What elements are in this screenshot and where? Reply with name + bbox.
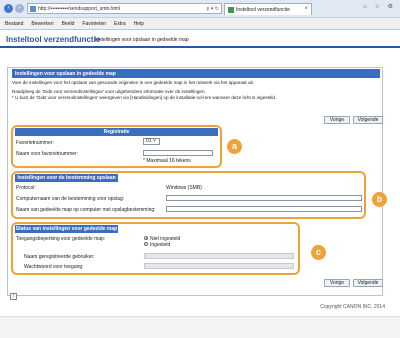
browser-tab[interactable]: Insteltool verzendfunctie × <box>224 3 312 15</box>
intro-line-3: * U kunt de 'Gids voor verzendinstelling… <box>12 95 277 100</box>
tab-icon <box>228 7 234 13</box>
chevron-down-icon: ˅ <box>152 138 156 144</box>
previous-button-bottom[interactable]: Vorige <box>324 279 350 287</box>
url-text: http://••••••••••/sendsupport_smb.html <box>38 6 120 12</box>
destination-heading: Instellingen voor de bestemming opslaan <box>15 174 118 182</box>
badge-b: b <box>372 192 387 207</box>
access-password-label: Wachtwoord voor toegang: <box>24 264 84 270</box>
favorite-number-select[interactable]: 01 ˅ <box>143 138 160 145</box>
shared-folder-input[interactable] <box>166 206 362 212</box>
tab-label: Insteltool verzendfunctie <box>236 7 290 13</box>
next-button-top[interactable]: Volgende <box>353 116 383 124</box>
registration-heading: Registratie <box>15 128 218 136</box>
page-title: Insteltool verzendfunctie <box>6 35 101 44</box>
shared-folder-label: Naam van gedeelde map op computer met op… <box>16 207 156 213</box>
favorite-number-value: 01 <box>146 138 152 144</box>
address-bar[interactable]: http://••••••••••/sendsupport_smb.html ρ… <box>27 3 222 14</box>
favorite-name-label: Naam voor favorietnummer: <box>16 151 78 157</box>
intro-line-1: Voer de instellingen voor het opslaan va… <box>12 80 255 85</box>
menu-bestand[interactable]: Bestand <box>0 18 26 27</box>
registered-user-label: Naam geregistreerde gebruiker: <box>24 254 95 260</box>
favorite-name-hint: * Maximaal 16 tekens <box>143 158 191 164</box>
computer-name-input[interactable] <box>166 195 362 201</box>
badge-c: c <box>311 245 326 260</box>
protocol-label: Protocol: <box>16 185 36 191</box>
registered-user-input[interactable] <box>144 253 294 259</box>
home-star-gear-icon[interactable]: ⌂ ☆ ⚙ <box>363 3 396 10</box>
page-header: Insteltool verzendfunctie Instellingen v… <box>0 31 400 48</box>
favorite-name-input[interactable] <box>143 150 213 156</box>
intro-text: Voer de instellingen voor het opslaan va… <box>12 80 380 101</box>
menu-bar: Bestand Bewerken Beeld Favorieten Extra Help <box>0 17 400 29</box>
favorite-number-label: Favorietnummer: <box>16 140 54 146</box>
radio-not-set[interactable] <box>144 236 148 240</box>
section-title: Instellingen voor opslaan in gedeelde ma… <box>12 69 380 78</box>
badge-a: a <box>227 139 242 154</box>
access-restriction-label: Toegangsbeperking voor gedeelde map: <box>16 236 106 242</box>
scroll-top-icon[interactable]: ↑ <box>10 293 17 300</box>
menu-extra[interactable]: Extra <box>109 18 129 27</box>
tab-close-icon[interactable]: × <box>304 6 308 12</box>
shared-status-heading: Status van instellingen voor gedeelde ma… <box>15 225 118 233</box>
radio-set-label: Ingesteld <box>150 242 171 248</box>
back-button-icon[interactable]: ‹ <box>4 4 13 13</box>
computer-name-label: Computernaam van de bestemming voor opsl… <box>16 196 125 202</box>
menu-beeld[interactable]: Beeld <box>57 18 78 27</box>
page-icon <box>30 6 36 12</box>
forward-button-icon[interactable]: › <box>15 4 24 13</box>
next-button-bottom[interactable]: Volgende <box>353 279 383 287</box>
copyright-text: Copyright CANON INC. 2014 <box>320 304 385 310</box>
status-bar <box>0 316 400 338</box>
access-password-input[interactable] <box>144 263 294 269</box>
protocol-value: Windows (SMB) <box>166 185 202 191</box>
search-refresh-icon[interactable]: ρ ▾ ↻ <box>207 6 219 12</box>
menu-bewerken[interactable]: Bewerken <box>26 18 56 27</box>
previous-button-top[interactable]: Vorige <box>324 116 350 124</box>
browser-chrome: ‹ › http://••••••••••/sendsupport_smb.ht… <box>0 0 400 30</box>
menu-favorieten[interactable]: Favorieten <box>77 18 109 27</box>
page-subtitle: Instellingen voor opslaan in gedeelde ma… <box>95 37 189 43</box>
radio-set[interactable] <box>144 242 148 246</box>
menu-help[interactable]: Help <box>129 18 147 27</box>
